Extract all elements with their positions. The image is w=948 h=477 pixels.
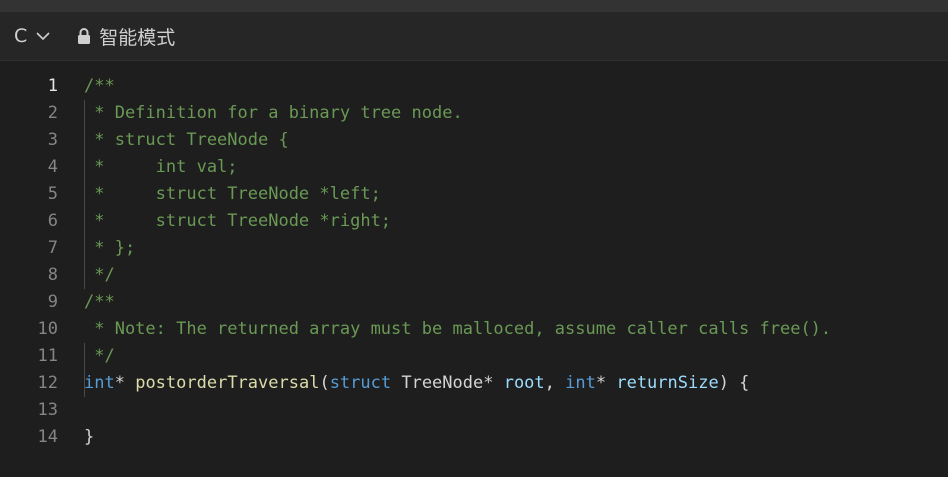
line-number: 14 <box>37 427 58 447</box>
code-text: * struct TreeNode *right; <box>84 208 391 235</box>
code-token: TreeNode* <box>391 373 504 393</box>
code-text: * Note: The returned array must be mallo… <box>84 316 831 343</box>
code-token: * <box>114 373 136 393</box>
code-line[interactable]: 2 * Definition for a binary tree node. <box>0 100 948 127</box>
code-line[interactable]: 13 <box>0 397 948 424</box>
smart-mode-label: 智能模式 <box>99 26 176 49</box>
line-number: 13 <box>37 400 58 420</box>
code-token: /** <box>84 76 115 96</box>
line-number: 3 <box>47 130 58 150</box>
line-number: 4 <box>47 157 58 177</box>
smart-mode-toggle[interactable]: 智能模式 <box>77 23 175 50</box>
line-number: 11 <box>37 346 58 366</box>
code-token: ) { <box>718 373 750 393</box>
code-token: root <box>503 373 545 393</box>
code-token: int <box>84 373 115 393</box>
code-token: , <box>544 373 566 393</box>
code-line[interactable]: 14} <box>0 424 948 451</box>
code-line[interactable]: 6 * struct TreeNode *right; <box>0 208 948 235</box>
code-line[interactable]: 1 /** <box>0 73 948 100</box>
line-number: 12 <box>37 373 58 393</box>
line-number: 8 <box>47 265 58 285</box>
code-editor[interactable]: 1 /** 2 * Definition for a binary tree nod… <box>0 73 948 451</box>
code-text: * struct TreeNode { <box>84 127 289 154</box>
code-line[interactable]: 10 * Note: The returned array must be ma… <box>0 316 948 343</box>
code-line[interactable]: 12 int* postorderTraversal(struct TreeNod… <box>0 370 948 397</box>
line-number: 10 <box>37 319 58 339</box>
chevron-down-icon <box>35 28 51 44</box>
code-token: /** <box>84 292 115 312</box>
code-token: * struct TreeNode { <box>84 130 289 150</box>
code-line[interactable]: 5 * struct TreeNode *left; <box>0 181 948 208</box>
code-text: /** <box>84 73 115 100</box>
code-line[interactable]: 7 * }; <box>0 235 948 262</box>
language-label: C <box>14 25 28 47</box>
code-token: struct <box>329 373 392 393</box>
code-line[interactable]: 11 */ <box>0 343 948 370</box>
code-text: * }; <box>84 235 135 262</box>
code-token: * }; <box>84 238 136 258</box>
code-text: * struct TreeNode *left; <box>84 181 381 208</box>
code-text: /** <box>84 289 115 316</box>
code-token: } <box>84 427 95 447</box>
code-token: * int val; <box>84 157 238 177</box>
code-text: */ <box>84 262 115 289</box>
code-token: returnSize <box>616 373 719 393</box>
line-number: 6 <box>47 211 58 231</box>
code-token: * Note: The returned array must be mallo… <box>84 319 832 339</box>
code-token: int <box>565 373 596 393</box>
code-token: */ <box>84 346 115 366</box>
code-text: * Definition for a binary tree node. <box>84 100 463 127</box>
code-token: postorderTraversal <box>135 373 320 393</box>
code-token: * <box>595 373 617 393</box>
lock-icon <box>77 27 91 45</box>
code-line[interactable]: 8 */ <box>0 262 948 289</box>
line-number: 1 <box>47 76 58 96</box>
code-text: */ <box>84 343 115 370</box>
code-text: } <box>84 424 94 451</box>
code-text: * int val; <box>84 154 238 181</box>
code-token: * Definition for a binary tree node. <box>84 103 463 123</box>
line-number: 9 <box>47 292 58 312</box>
code-line[interactable]: 9 /** <box>0 289 948 316</box>
code-text: int* postorderTraversal(struct TreeNode*… <box>84 370 749 397</box>
code-token: * struct TreeNode *right; <box>84 211 392 231</box>
code-token: */ <box>84 265 115 285</box>
code-token: ( <box>319 373 330 393</box>
editor-toolbar: C 智能模式 <box>0 12 948 61</box>
line-number: 5 <box>47 184 58 204</box>
code-line[interactable]: 3 * struct TreeNode { <box>0 127 948 154</box>
line-number: 7 <box>47 238 58 258</box>
code-token: * struct TreeNode *left; <box>84 184 381 204</box>
window-top-strip <box>0 0 948 12</box>
line-number: 2 <box>47 103 58 123</box>
language-selector[interactable]: C <box>14 25 51 47</box>
code-line[interactable]: 4 * int val; <box>0 154 948 181</box>
